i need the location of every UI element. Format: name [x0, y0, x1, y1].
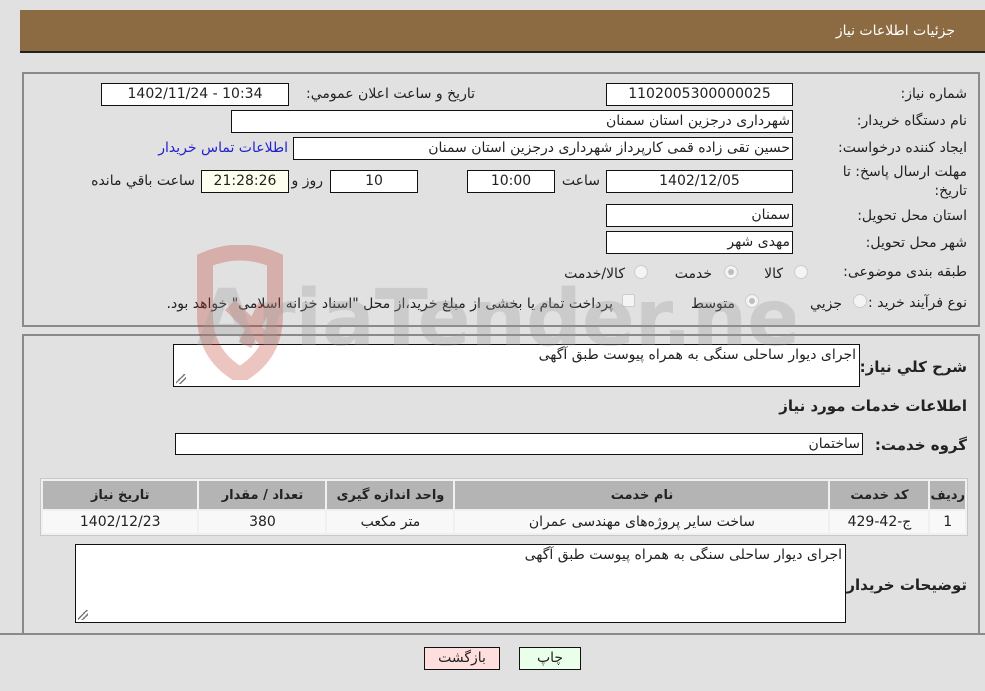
- deadline-date-field[interactable]: 1402/12/05: [606, 170, 793, 193]
- col-need-date: تاریخ نیاز: [43, 481, 198, 509]
- city-field[interactable]: مهدی شهر: [606, 231, 793, 254]
- need-number-field[interactable]: 1102005300000025: [606, 83, 793, 106]
- services-table: ردیف کد خدمت نام خدمت واحد اندازه گیری ت…: [40, 478, 968, 536]
- province-field[interactable]: سمنان: [606, 204, 793, 227]
- category-option-goods: کالا: [764, 266, 783, 282]
- days-remaining-field[interactable]: 10: [330, 170, 418, 193]
- buyer-notes-textarea[interactable]: اجرای دیوار ساحلی سنگی به همراه پیوست طب…: [75, 544, 846, 623]
- cell-unit: متر مکعب: [327, 511, 454, 533]
- service-group-label: گروه خدمت:: [874, 436, 967, 454]
- cell-quantity: 380: [199, 511, 326, 533]
- category-radio-service[interactable]: [724, 265, 738, 279]
- process-option-minor: جزيي: [810, 296, 842, 312]
- time-remaining-label: ساعت باقي مانده: [91, 173, 195, 189]
- category-radio-goods[interactable]: [794, 265, 808, 279]
- deadline-label: مهلت ارسال پاسخ: تا تاریخ:: [842, 164, 967, 199]
- col-row-number: ردیف: [930, 481, 965, 509]
- buyer-notes-label: توضیحات خریدار:: [840, 576, 967, 594]
- table-header-row: ردیف کد خدمت نام خدمت واحد اندازه گیری ت…: [43, 481, 965, 509]
- process-option-medium: متوسط: [691, 296, 735, 312]
- creator-field[interactable]: حسین تقی زاده قمی کارپرداز شهرداری درجزی…: [293, 137, 793, 160]
- days-label: روز و: [291, 173, 324, 189]
- print-button[interactable]: چاپ: [519, 647, 581, 670]
- cell-need-date: 1402/12/23: [43, 511, 198, 533]
- city-label: شهر محل تحویل:: [865, 235, 967, 251]
- announce-date-label: تاریخ و ساعت اعلان عمومي:: [306, 86, 475, 102]
- buyer-org-label: نام دستگاه خریدار:: [856, 113, 967, 129]
- province-label: استان محل تحویل:: [857, 208, 967, 224]
- description-label: شرح کلي نیاز:: [859, 358, 967, 376]
- cell-service-code: ج-42-429: [830, 511, 929, 533]
- col-quantity: تعداد / مقدار: [199, 481, 326, 509]
- category-radio-goods-service[interactable]: [634, 265, 648, 279]
- category-label: طبقه بندی موضوعی:: [843, 264, 967, 280]
- treasury-checkbox-label: پرداخت تمام یا بخشی از مبلغ خرید،از محل …: [166, 296, 613, 312]
- col-service-name: نام خدمت: [455, 481, 829, 509]
- announce-date-field[interactable]: 1402/11/24 - 10:34: [101, 83, 289, 106]
- table-row: 1 ج-42-429 ساخت سایر پروژه‌های مهندسی عم…: [43, 511, 965, 533]
- process-type-label: نوع فرآیند خرید :: [868, 295, 967, 311]
- need-number-label: شماره نیاز:: [900, 86, 968, 102]
- cell-row-number: 1: [930, 511, 965, 533]
- buyer-contact-link[interactable]: اطلاعات تماس خریدار: [158, 140, 288, 156]
- buyer-org-field[interactable]: شهرداری درجزین استان سمنان: [231, 110, 793, 133]
- description-text: اجرای دیوار ساحلی سنگی به همراه پیوست طب…: [538, 347, 856, 363]
- cell-service-name: ساخت سایر پروژه‌های مهندسی عمران: [455, 511, 829, 533]
- col-service-code: کد خدمت: [830, 481, 929, 509]
- page-header: جزئیات اطلاعات نیاز: [20, 10, 985, 53]
- page-title: جزئیات اطلاعات نیاز: [835, 23, 955, 39]
- creator-label: ایجاد کننده درخواست:: [838, 140, 967, 156]
- deadline-time-field[interactable]: 10:00: [467, 170, 555, 193]
- services-heading: اطلاعات خدمات مورد نیاز: [779, 397, 967, 415]
- process-radio-medium[interactable]: [745, 294, 759, 308]
- col-unit: واحد اندازه گیری: [327, 481, 454, 509]
- process-radio-minor[interactable]: [853, 294, 867, 308]
- treasury-checkbox[interactable]: [622, 294, 635, 307]
- time-remaining-field: 21:28:26: [201, 170, 289, 193]
- back-button[interactable]: بازگشت: [424, 647, 500, 670]
- description-textarea[interactable]: اجرای دیوار ساحلی سنگی به همراه پیوست طب…: [173, 344, 860, 387]
- resize-grip-icon[interactable]: [78, 610, 88, 620]
- category-option-service: خدمت: [674, 266, 712, 282]
- deadline-time-label: ساعت: [561, 173, 600, 189]
- service-group-field[interactable]: ساختمان: [175, 433, 863, 455]
- resize-grip-icon[interactable]: [176, 374, 186, 384]
- category-option-goods-service: کالا/خدمت: [564, 266, 625, 282]
- buyer-notes-text: اجرای دیوار ساحلی سنگی به همراه پیوست طب…: [524, 547, 842, 563]
- divider: [0, 633, 985, 635]
